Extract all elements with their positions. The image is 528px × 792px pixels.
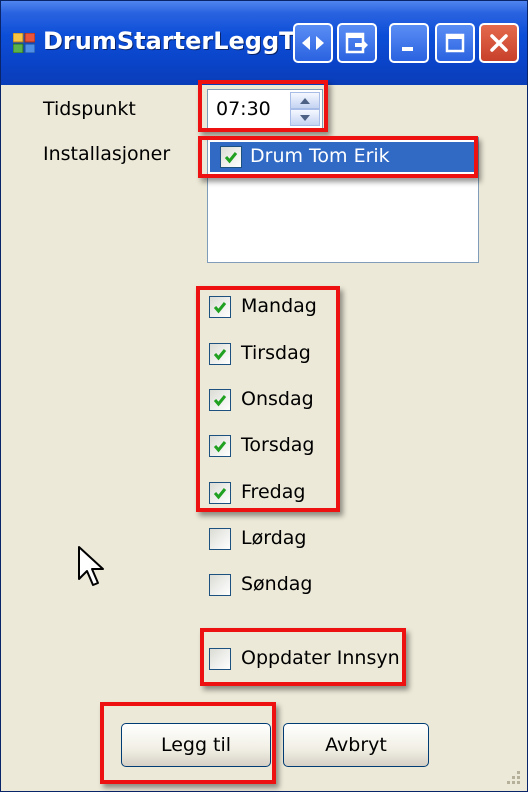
checkmark-icon: [213, 302, 227, 314]
app-icon: [13, 33, 35, 53]
checkbox-onsdag[interactable]: [209, 389, 231, 411]
exit-icon: [345, 32, 368, 54]
arrows-icon: [302, 36, 324, 50]
checkbox-fredag[interactable]: [209, 482, 231, 504]
checkbox-lordag[interactable]: [209, 528, 231, 550]
add-button[interactable]: Legg til: [121, 723, 271, 767]
checkbox-label-mandag[interactable]: Mandag: [241, 295, 317, 317]
checkbox-label-lordag[interactable]: Lørdag: [241, 527, 306, 549]
list-item[interactable]: Drum Tom Erik: [210, 142, 476, 172]
close-button[interactable]: [479, 23, 519, 63]
spin-down-button[interactable]: [290, 109, 320, 126]
installation-label: Drum Tom Erik: [250, 145, 390, 167]
checkmark-icon: [213, 441, 227, 453]
cancel-button[interactable]: Avbryt: [283, 723, 429, 767]
checkbox-mandag[interactable]: [209, 296, 231, 318]
arrows-button[interactable]: [293, 23, 333, 63]
installation-checkbox[interactable]: [220, 146, 242, 168]
window-title: DrumStarterLeggTil: [43, 27, 305, 55]
checkbox-oppdater-innsyn[interactable]: [209, 648, 231, 670]
time-spinner[interactable]: 07:30: [207, 89, 323, 129]
checkmark-icon: [213, 349, 227, 361]
checkbox-label-sondag[interactable]: Søndag: [241, 573, 313, 595]
mouse-cursor-icon: [78, 546, 104, 586]
time-label: Tidspunkt: [43, 98, 136, 120]
chevron-up-icon: [300, 97, 310, 104]
exit-button[interactable]: [337, 23, 377, 63]
checkmark-icon: [224, 152, 238, 164]
minimize-button[interactable]: [389, 23, 429, 63]
checkbox-tirsdag[interactable]: [209, 343, 231, 365]
checkbox-sondag[interactable]: [209, 574, 231, 596]
maximize-icon: [445, 33, 465, 53]
checkbox-torsdag[interactable]: [209, 435, 231, 457]
dialog-window: DrumStarterLeggTil Tidspunkt 07:30 Insta…: [0, 0, 528, 792]
checkbox-label-fredag[interactable]: Fredag: [241, 481, 305, 503]
chevron-down-icon: [300, 114, 310, 121]
spin-up-button[interactable]: [290, 92, 320, 109]
installations-list[interactable]: Drum Tom Erik: [207, 137, 479, 263]
maximize-button[interactable]: [435, 23, 475, 63]
checkbox-label-oppdater-innsyn[interactable]: Oppdater Innsyn: [241, 647, 400, 669]
resize-grip-icon[interactable]: [503, 767, 521, 785]
checkbox-label-torsdag[interactable]: Torsdag: [241, 434, 314, 456]
minimize-icon: [402, 47, 413, 51]
checkmark-icon: [213, 488, 227, 500]
checkbox-label-tirsdag[interactable]: Tirsdag: [241, 342, 311, 364]
close-icon: [490, 34, 508, 52]
title-bar[interactable]: DrumStarterLeggTil: [1, 1, 527, 85]
checkbox-label-onsdag[interactable]: Onsdag: [241, 388, 314, 410]
checkmark-icon: [213, 395, 227, 407]
installations-label: Installasjoner: [43, 143, 171, 165]
time-value[interactable]: 07:30: [216, 98, 271, 120]
